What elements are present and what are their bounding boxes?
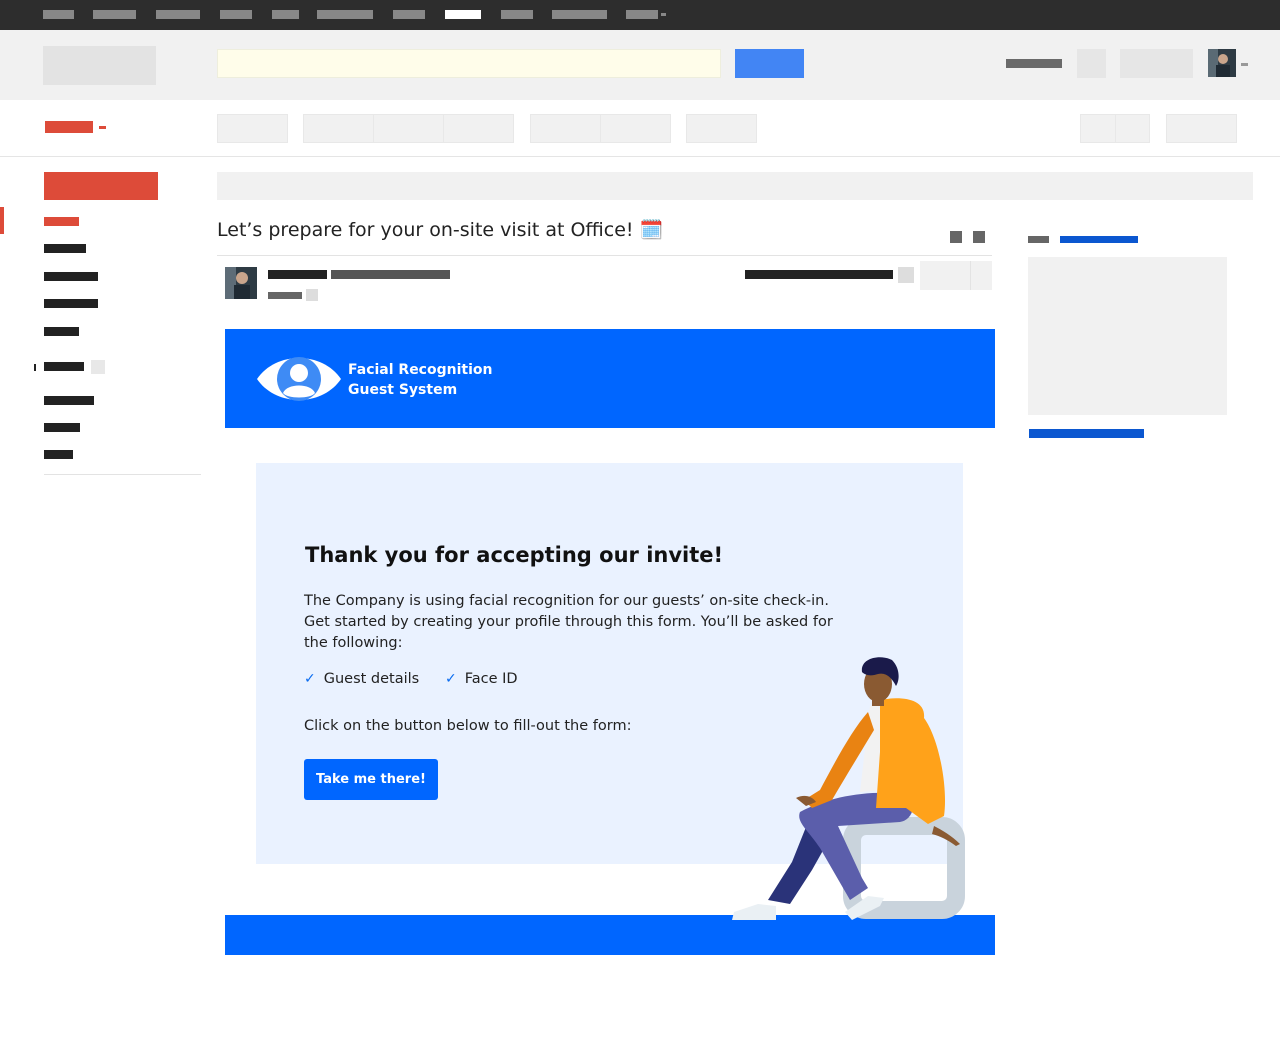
sidebar-item-categories[interactable] xyxy=(44,362,84,371)
topbar-link[interactable] xyxy=(317,10,373,19)
info-bar xyxy=(217,172,1253,200)
side-panel-link[interactable] xyxy=(1029,429,1144,438)
app-logo[interactable] xyxy=(43,46,156,85)
labels-button[interactable] xyxy=(600,114,671,143)
checklist-item-label: Guest details xyxy=(323,671,420,687)
label-badge xyxy=(91,360,105,374)
older-button[interactable] xyxy=(1115,114,1150,143)
star-icon[interactable] xyxy=(898,267,914,283)
user-name[interactable] xyxy=(1006,59,1062,68)
banner-title: Facial Recognition Guest System xyxy=(348,360,492,400)
mail-app-label[interactable] xyxy=(45,121,93,133)
sidebar-item-important[interactable] xyxy=(44,272,98,281)
topbar-link[interactable] xyxy=(393,10,425,19)
cta-instruction: Click on the button below to fill-out th… xyxy=(304,718,632,734)
sender-avatar[interactable] xyxy=(225,267,257,299)
banner-title-line1: Facial Recognition xyxy=(348,362,493,378)
sidebar-item-more[interactable] xyxy=(44,450,73,459)
apps-button[interactable] xyxy=(1077,49,1106,78)
delete-button[interactable] xyxy=(443,114,514,143)
topbar-link[interactable] xyxy=(43,10,74,19)
archive-button[interactable] xyxy=(303,114,374,143)
mail-app-dropdown-icon[interactable] xyxy=(99,126,106,129)
sender-avatar-image xyxy=(225,267,257,299)
report-spam-button[interactable] xyxy=(373,114,444,143)
reply-button[interactable] xyxy=(920,261,971,290)
avatar[interactable] xyxy=(1208,49,1236,77)
more-actions-button[interactable] xyxy=(970,261,992,290)
checkmark-icon: ✓ xyxy=(445,671,457,687)
active-folder-indicator xyxy=(0,207,4,234)
take-me-there-button[interactable]: Take me there! xyxy=(304,759,438,800)
topbar-link[interactable] xyxy=(93,10,136,19)
email-subject: Let’s prepare for your on-site visit at … xyxy=(217,219,664,241)
details-dropdown-icon[interactable] xyxy=(306,289,318,301)
topbar-link[interactable] xyxy=(156,10,200,19)
sidebar-item-label[interactable] xyxy=(44,396,94,405)
side-panel-card xyxy=(1028,257,1227,415)
mail-toolbar xyxy=(0,100,1280,157)
topbar-link[interactable] xyxy=(552,10,607,19)
expand-arrow-icon[interactable] xyxy=(34,364,36,371)
new-window-icon[interactable] xyxy=(973,231,985,243)
banner-title-line2: Guest System xyxy=(348,382,458,398)
app-header xyxy=(0,30,1280,100)
topbar-link[interactable] xyxy=(501,10,533,19)
checklist-item-label: Face ID xyxy=(464,671,518,687)
sender-name[interactable] xyxy=(268,270,327,279)
move-to-button[interactable] xyxy=(530,114,601,143)
newer-button[interactable] xyxy=(1080,114,1116,143)
topbar-link-active[interactable] xyxy=(445,10,481,19)
eye-person-icon xyxy=(256,354,342,404)
topbar-link[interactable] xyxy=(220,10,252,19)
back-button[interactable] xyxy=(217,114,288,143)
more-dropdown-icon[interactable] xyxy=(661,13,666,16)
seated-person-illustration xyxy=(728,650,968,925)
checklist-item: ✓ Guest details xyxy=(304,671,419,687)
sidebar-item-drafts[interactable] xyxy=(44,327,79,336)
sidebar-divider xyxy=(44,474,201,475)
sidebar-item-starred[interactable] xyxy=(44,244,86,253)
side-panel-link[interactable] xyxy=(1060,236,1138,243)
card-heading: Thank you for accepting our invite! xyxy=(305,543,724,567)
recipient-to-me xyxy=(268,292,302,299)
topbar-link[interactable] xyxy=(626,10,658,19)
checklist-item: ✓ Face ID xyxy=(445,671,518,687)
sender-email[interactable] xyxy=(331,270,450,279)
notifications-button[interactable] xyxy=(1120,49,1193,78)
sidebar-item-sent[interactable] xyxy=(44,299,98,308)
subject-divider xyxy=(217,255,992,256)
account-chevron-icon[interactable] xyxy=(1241,63,1248,66)
compose-button[interactable] xyxy=(44,172,158,200)
search-button[interactable] xyxy=(735,49,804,78)
more-button[interactable] xyxy=(686,114,757,143)
side-panel-label xyxy=(1028,236,1049,243)
top-navigation-bar xyxy=(0,0,1280,30)
card-body-text: The Company is using facial recognition … xyxy=(304,593,833,651)
sidebar-item-inbox[interactable] xyxy=(44,217,79,226)
email-date xyxy=(745,270,893,279)
checkmark-icon: ✓ xyxy=(304,671,316,687)
print-icon[interactable] xyxy=(950,231,962,243)
topbar-link[interactable] xyxy=(272,10,299,19)
settings-button[interactable] xyxy=(1166,114,1237,143)
search-input[interactable] xyxy=(217,49,721,78)
avatar-image xyxy=(1208,49,1236,77)
sidebar-item-label[interactable] xyxy=(44,423,80,432)
